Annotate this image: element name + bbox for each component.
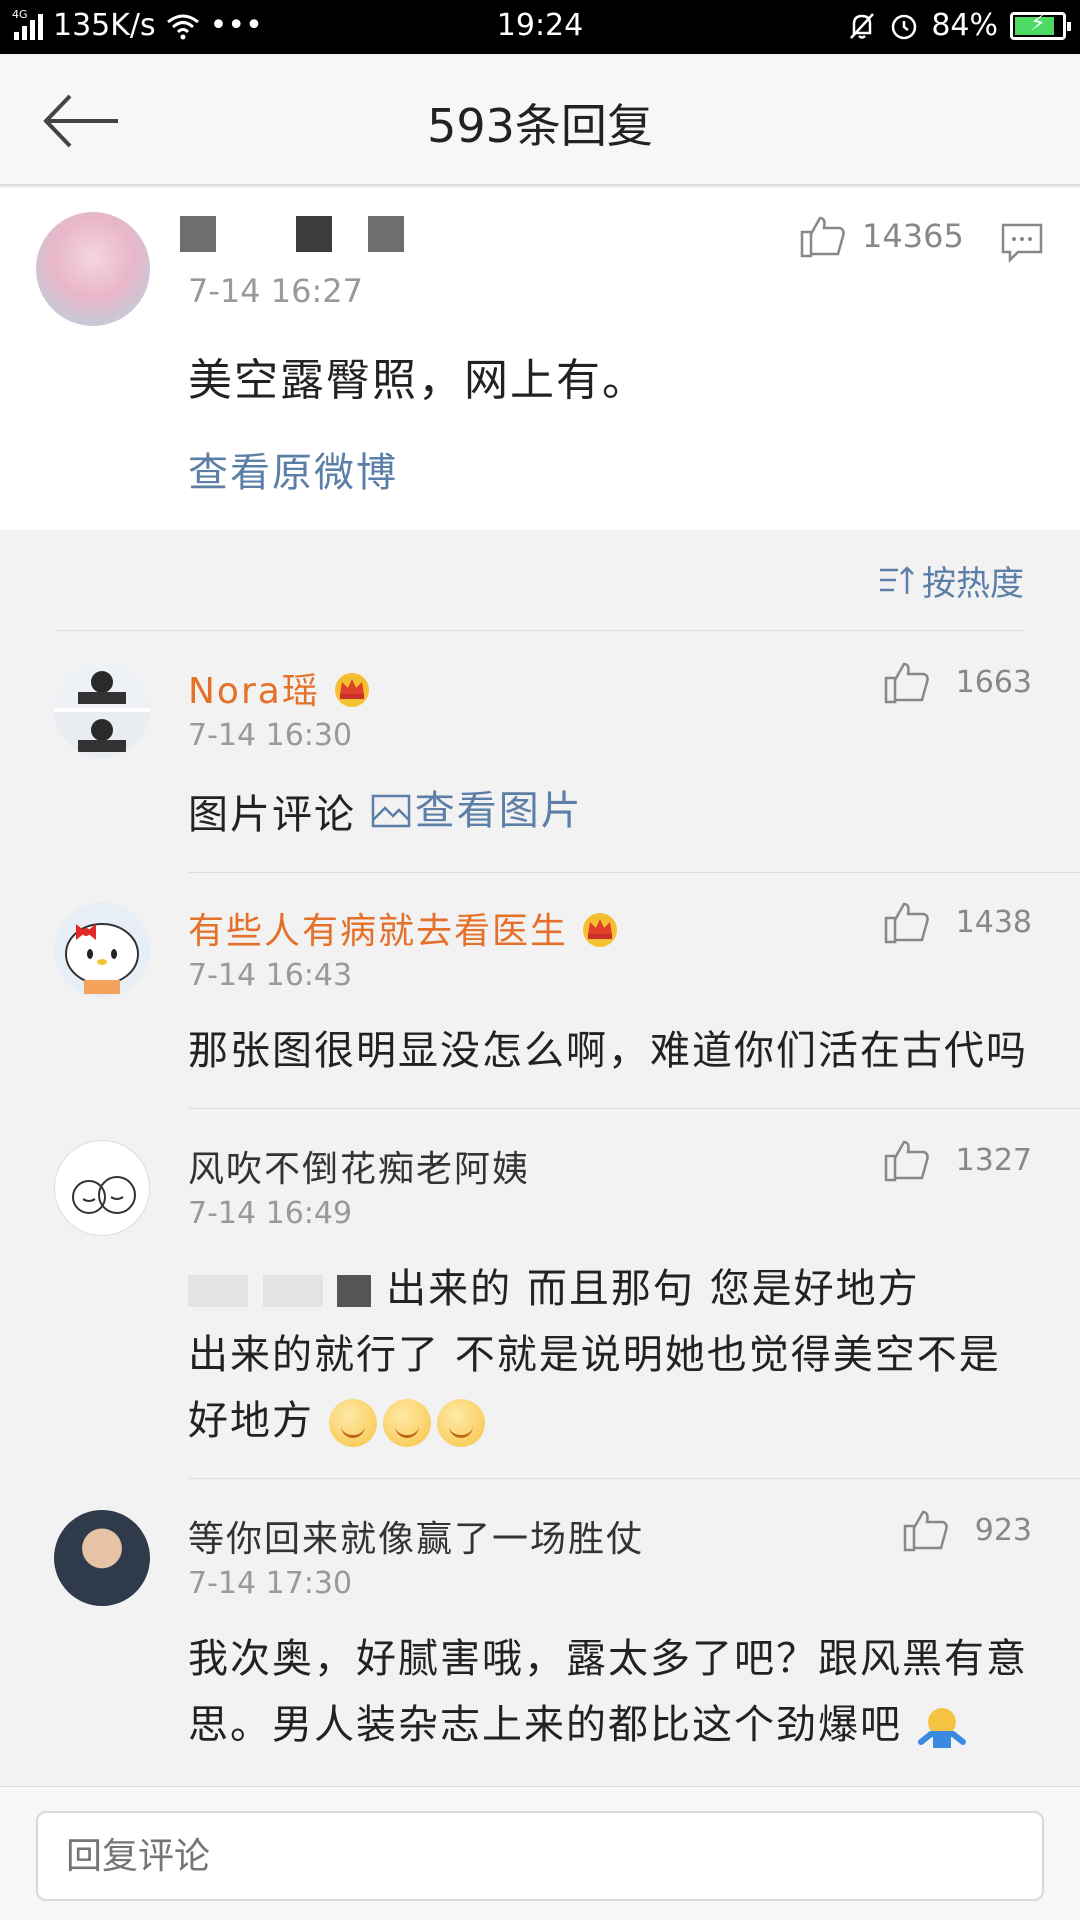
username-text: 风吹不倒花痴老阿姨 xyxy=(188,1149,531,1190)
comment-line: 好地方 xyxy=(188,1388,1038,1454)
sort-label: 按热度 xyxy=(922,564,1024,604)
comment-prefix: 图片评论 xyxy=(188,792,356,838)
shrug-emoji-icon xyxy=(917,1708,966,1748)
thumbs-up-icon xyxy=(800,216,845,258)
redacted-text xyxy=(188,1275,248,1307)
divider xyxy=(188,1478,1080,1479)
sort-icon xyxy=(880,565,914,594)
comment-date: 7-14 16:30 xyxy=(188,718,353,753)
reply-input[interactable] xyxy=(36,1811,1044,1901)
thumbs-up-icon xyxy=(884,662,929,704)
comment-like-count: 923 xyxy=(974,1512,1032,1548)
post-like-button[interactable]: 14365 xyxy=(800,214,964,258)
battery-icon: ⚡ xyxy=(1010,11,1071,40)
comment-text: 那张图很明显没怎么啊，难道你们活在古代吗 xyxy=(188,1028,1028,1074)
comment-like-count: 1663 xyxy=(955,664,1032,700)
page-title: 593条回复 xyxy=(427,99,653,153)
avatar[interactable] xyxy=(54,662,150,758)
image-icon xyxy=(371,794,410,828)
status-right: 84% ⚡ xyxy=(847,8,1071,43)
comment-like-button[interactable]: 923 xyxy=(903,1508,1032,1552)
divider xyxy=(188,872,1080,873)
redacted-username xyxy=(180,216,404,256)
post-like-count: 14365 xyxy=(862,217,964,255)
divider xyxy=(188,1108,1080,1109)
comment-text-line: 出来的 而且那句 您是好地方 xyxy=(386,1266,920,1312)
thumbs-up-icon xyxy=(884,902,929,944)
view-original-link[interactable]: 查看原微博 xyxy=(188,440,398,498)
bell-off-icon xyxy=(850,12,875,39)
smile-emoji-icon xyxy=(328,1399,377,1447)
thumbs-up-icon xyxy=(884,1140,929,1182)
view-image-link[interactable]: 查看图片 xyxy=(371,778,583,844)
redacted-text xyxy=(337,1275,372,1307)
comment-date: 7-14 17:30 xyxy=(188,1566,353,1601)
avatar[interactable] xyxy=(36,212,150,326)
sort-by-hot-button[interactable]: 按热度 xyxy=(878,556,1024,605)
comment-text: 图片评论 查看图片 xyxy=(188,778,1038,848)
comment-line: 出来的 而且那句 您是好地方 xyxy=(188,1256,1038,1322)
thumbs-up-icon xyxy=(903,1510,948,1552)
divider xyxy=(56,630,1024,631)
avatar[interactable] xyxy=(54,902,150,998)
comment-date: 7-14 16:49 xyxy=(188,1196,353,1231)
smile-emoji-icon xyxy=(436,1399,485,1447)
username-text: Nora瑶 xyxy=(188,671,320,712)
comment-like-button[interactable]: 1327 xyxy=(884,1138,1032,1182)
alarm-icon xyxy=(892,14,917,39)
original-post: 7-14 16:27 14365 美空露臀照，网上有。 查看原微博 xyxy=(0,188,1080,530)
view-image-label: 查看图片 xyxy=(414,788,583,834)
crown-icon xyxy=(583,913,618,947)
comment-username[interactable]: Nora瑶 xyxy=(188,662,374,714)
comment-like-count: 1327 xyxy=(955,1142,1032,1178)
post-date: 7-14 16:27 xyxy=(188,272,364,310)
comment-text: 我次奥，好腻害哦，露太多了吧？跟风黑有意思。男人装杂志上来的都比这个劲爆吧 xyxy=(188,1626,1038,1758)
battery-percent: 84% xyxy=(931,8,998,43)
comment-date: 7-14 16:43 xyxy=(188,958,353,993)
comment-text-line: 好地方 xyxy=(188,1398,314,1444)
username-text: 等你回来就像赢了一场胜仗 xyxy=(188,1519,645,1560)
comment-like-button[interactable]: 1663 xyxy=(884,660,1032,704)
comment-text-body: 我次奥，好腻害哦，露太多了吧？跟风黑有意思。男人装杂志上来的都比这个劲爆吧 xyxy=(188,1636,1028,1748)
redacted-text xyxy=(262,1275,323,1307)
comment-username[interactable]: 有些人有病就去看医生 xyxy=(188,902,622,954)
comment-text: 出来的 而且那句 您是好地方 出来的就行了 不就是说明她也觉得美空不是 好地方 xyxy=(188,1256,1038,1454)
comment-text-line: 出来的就行了 不就是说明她也觉得美空不是 xyxy=(188,1332,1001,1378)
post-text: 美空露臀照，网上有。 xyxy=(188,355,648,406)
avatar[interactable] xyxy=(54,1510,150,1606)
comment-username[interactable]: 风吹不倒花痴老阿姨 xyxy=(188,1140,530,1192)
comment-username[interactable]: 等你回来就像赢了一场胜仗 xyxy=(188,1510,644,1562)
reply-bar xyxy=(0,1786,1080,1920)
username-text: 有些人有病就去看医生 xyxy=(188,911,569,952)
crown-icon xyxy=(334,673,369,707)
comment-icon[interactable] xyxy=(1000,222,1044,264)
comment-like-button[interactable]: 1438 xyxy=(884,900,1032,944)
header-bar: 593条回复 xyxy=(0,54,1080,186)
smile-emoji-icon xyxy=(382,1399,431,1447)
status-bar: 4G 135K/s ••• 19:24 84% ⚡ xyxy=(0,0,1080,54)
avatar[interactable] xyxy=(54,1140,150,1236)
comment-like-count: 1438 xyxy=(955,904,1032,940)
